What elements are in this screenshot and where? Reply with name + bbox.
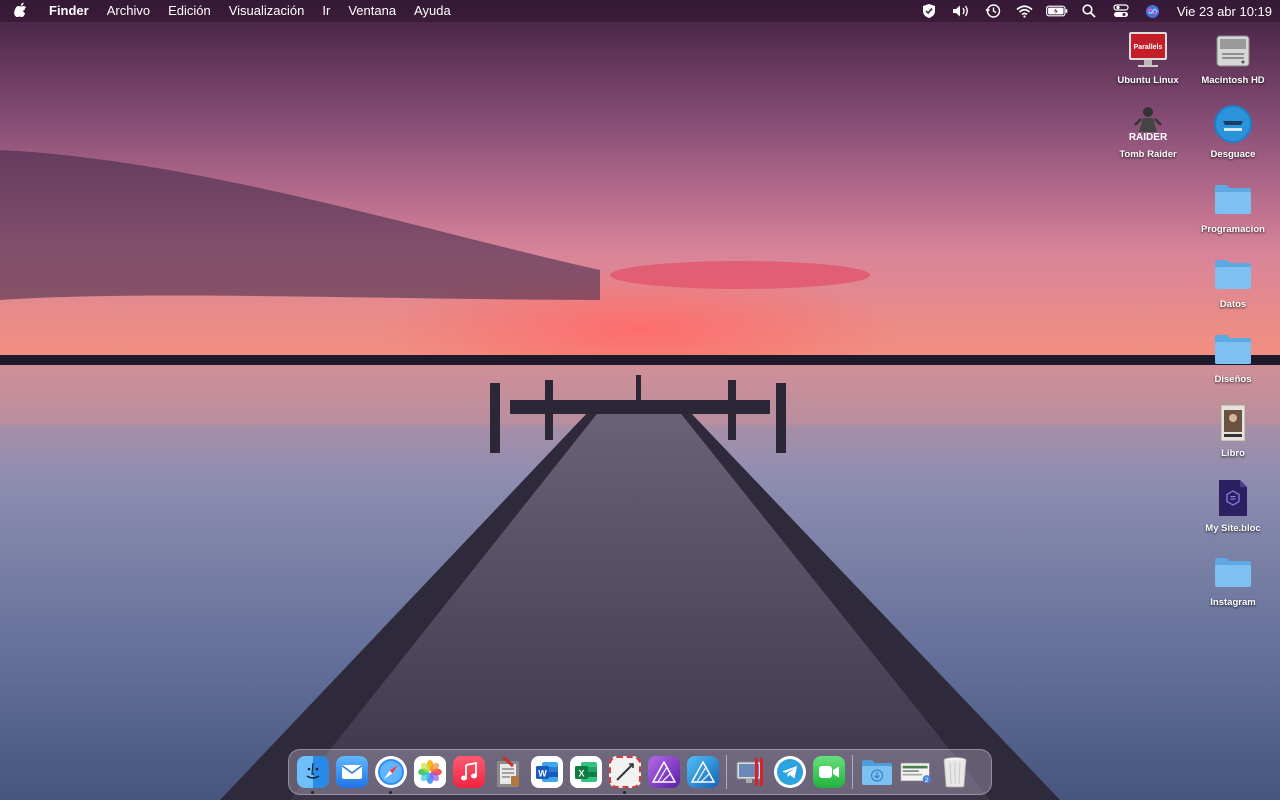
facetime-icon: [812, 756, 845, 788]
affinity-designer-icon: [686, 756, 719, 788]
dock-separator: [726, 755, 727, 789]
apple-icon[interactable]: [0, 2, 40, 20]
desktop-item-label: Macintosh HD: [1201, 75, 1265, 86]
tomb-raider-badge: RAIDER: [1128, 132, 1168, 143]
time-machine-icon[interactable]: [982, 0, 1004, 22]
telegram-icon: [773, 756, 806, 788]
desktop-item-label: Tomb Raider: [1119, 149, 1177, 160]
folder-icon: [1211, 327, 1255, 371]
parallels-icon: [735, 756, 767, 788]
folder-icon: [1211, 252, 1255, 296]
dock-app-music[interactable]: [449, 749, 488, 795]
battery-icon[interactable]: [1045, 0, 1068, 22]
desktop-item-instagram[interactable]: Instagram: [1191, 550, 1275, 608]
running-indicator: [623, 791, 626, 794]
folder-icon: [1211, 177, 1255, 221]
desktop-item-ubuntu-linux[interactable]: Parallels Ubuntu Linux: [1106, 28, 1190, 86]
parallels-badge: Parallels: [1134, 44, 1163, 51]
parallels-vm-icon: Parallels: [1126, 28, 1170, 72]
airmail-icon: [608, 756, 641, 788]
running-indicator: [311, 791, 314, 794]
desktop-item-programacion[interactable]: Programacion: [1191, 177, 1275, 235]
desguace-icon: [1211, 102, 1255, 146]
music-icon: [452, 756, 485, 788]
shield-icon[interactable]: [918, 0, 940, 22]
siri-icon[interactable]: [1142, 0, 1164, 22]
menu-ir[interactable]: Ir: [313, 0, 339, 22]
screenshot-stack-icon: 2: [900, 756, 932, 788]
dock-app-mail[interactable]: [332, 749, 371, 795]
wifi-icon[interactable]: [1014, 0, 1036, 22]
svg-text:W: W: [538, 769, 547, 779]
control-center-icon[interactable]: [1110, 0, 1132, 22]
word-icon: W: [530, 756, 563, 788]
trash-icon: [939, 756, 971, 788]
app-menu-finder[interactable]: Finder: [40, 0, 98, 22]
desktop-item-datos[interactable]: Datos: [1191, 252, 1275, 310]
excel-icon: X: [569, 756, 602, 788]
desktop-item-libro[interactable]: Libro: [1191, 401, 1275, 459]
menu-bar: Finder Archivo Edición Visualización Ir …: [0, 0, 1280, 22]
dock-trash[interactable]: [935, 749, 974, 795]
desktop-item-label: Ubuntu Linux: [1117, 75, 1179, 86]
mail-icon: [335, 756, 368, 788]
dock-separator: [852, 755, 853, 789]
desktop-item-label: Datos: [1219, 299, 1247, 310]
hard-drive-icon: [1211, 28, 1255, 72]
dock-app-photos[interactable]: [410, 749, 449, 795]
menu-archivo[interactable]: Archivo: [98, 0, 159, 22]
dock-downloads-folder[interactable]: [857, 749, 896, 795]
safari-icon: [374, 756, 407, 788]
running-indicator: [389, 791, 392, 794]
dock-app-facetime[interactable]: [809, 749, 848, 795]
dock-app-safari[interactable]: [371, 749, 410, 795]
menu-ventana[interactable]: Ventana: [339, 0, 405, 22]
bloc-document-icon: [1211, 476, 1255, 520]
desktop-item-desguace[interactable]: Desguace: [1191, 102, 1275, 160]
desktop-item-macintosh-hd[interactable]: Macintosh HD: [1191, 28, 1275, 86]
dock-app-affinity-designer[interactable]: [683, 749, 722, 795]
desktop-item-tomb-raider[interactable]: RAIDER Tomb Raider: [1106, 102, 1190, 160]
dock-app-excel[interactable]: X: [566, 749, 605, 795]
menu-ayuda[interactable]: Ayuda: [405, 0, 460, 22]
photos-icon: [413, 756, 446, 788]
dock-app-affinity-photo[interactable]: [644, 749, 683, 795]
search-icon[interactable]: [1078, 0, 1100, 22]
dock-app-script-editor[interactable]: [488, 749, 527, 795]
desktop-item-my-site-bloc[interactable]: My Site.bloc: [1191, 476, 1275, 534]
desktop-item-label: Instagram: [1210, 597, 1256, 608]
dock: W X 2: [288, 749, 992, 795]
tomb-raider-icon: RAIDER: [1126, 102, 1170, 146]
desktop-item-label: Diseños: [1214, 374, 1252, 385]
volume-icon[interactable]: [950, 0, 972, 22]
desktop-item-label: Libro: [1221, 448, 1245, 459]
svg-text:2: 2: [924, 777, 928, 784]
dock-app-finder[interactable]: [293, 749, 332, 795]
dock-app-telegram[interactable]: [770, 749, 809, 795]
desktop-item-label: My Site.bloc: [1205, 523, 1261, 534]
folder-icon: [1211, 550, 1255, 594]
dock-screenshot-stack[interactable]: 2: [896, 749, 935, 795]
dock-app-airmail[interactable]: [605, 749, 644, 795]
book-icon: [1211, 401, 1255, 445]
menu-visualizacion[interactable]: Visualización: [220, 0, 314, 22]
finder-icon: [296, 756, 329, 788]
menu-edicion[interactable]: Edición: [159, 0, 220, 22]
desktop-item-label: Desguace: [1210, 149, 1256, 160]
dock-app-parallels[interactable]: [731, 749, 770, 795]
downloads-folder-icon: [861, 756, 893, 788]
desktop-item-disenos[interactable]: Diseños: [1191, 327, 1275, 385]
svg-text:X: X: [578, 769, 584, 779]
dock-app-word[interactable]: W: [527, 749, 566, 795]
desktop-wallpaper: [0, 0, 1280, 800]
affinity-photo-icon: [647, 756, 680, 788]
script-editor-icon: [492, 756, 524, 788]
desktop-item-label: Programacion: [1201, 224, 1265, 235]
clock-datetime[interactable]: Vie 23 abr 10:19: [1177, 4, 1272, 19]
